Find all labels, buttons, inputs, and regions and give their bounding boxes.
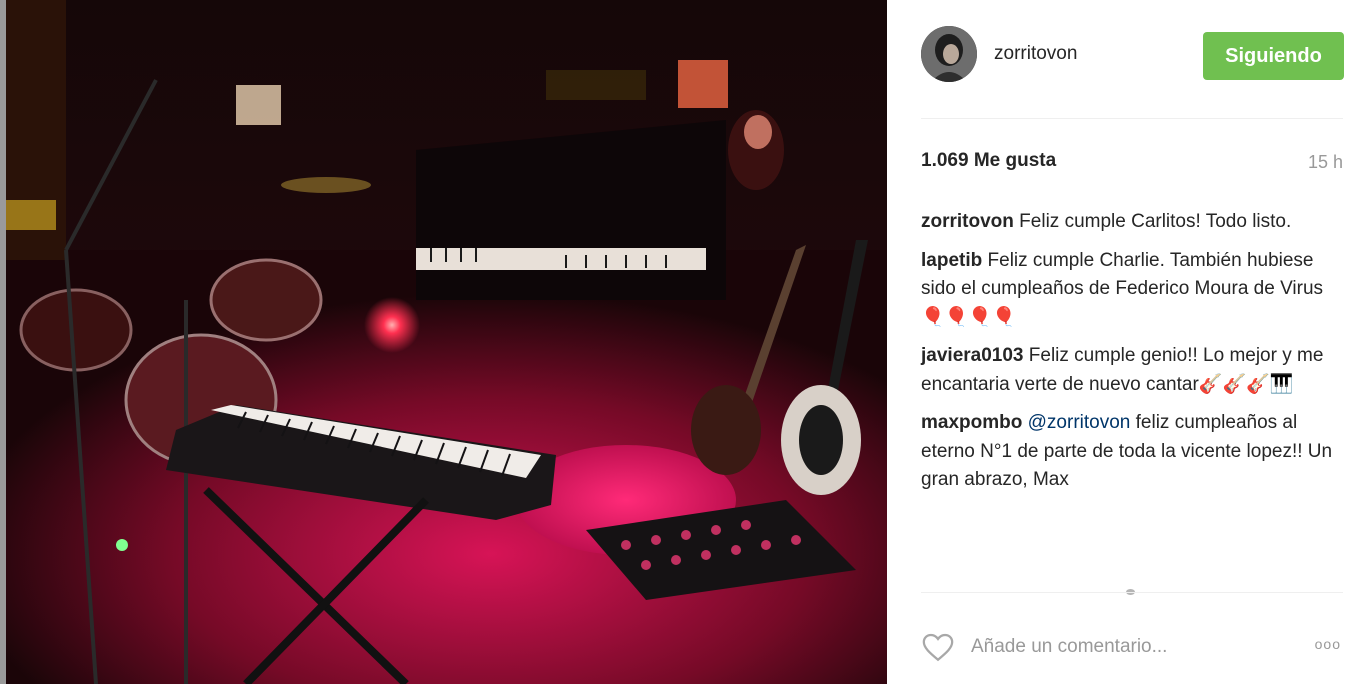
header-divider xyxy=(921,118,1343,119)
comment-text: Feliz cumple Carlitos! Todo listo. xyxy=(1019,211,1292,232)
comment-item: lapetib Feliz cumple Charlie. También hu… xyxy=(921,247,1341,333)
comment-username[interactable]: maxpombo xyxy=(921,412,1022,433)
comment-item: maxpombo @zorritovon feliz cumpleaños al… xyxy=(921,409,1341,495)
following-button[interactable]: Siguiendo xyxy=(1203,32,1344,80)
music-room-image xyxy=(6,0,887,684)
comment-list: zorritovon Feliz cumple Carlitos! Todo l… xyxy=(921,208,1341,505)
heart-icon[interactable] xyxy=(921,630,955,664)
comment-text: Feliz cumple Charlie. También hubiese si… xyxy=(921,249,1324,328)
post-timestamp[interactable]: 15 h xyxy=(1308,152,1343,173)
post-header: zorritovon Siguiendo xyxy=(921,26,1344,88)
comment-item: zorritovon Feliz cumple Carlitos! Todo l… xyxy=(921,208,1341,237)
comment-username[interactable]: zorritovon xyxy=(921,211,1014,232)
comment-mention-link[interactable]: @zorritovon xyxy=(1028,412,1131,433)
comments-divider xyxy=(921,592,1343,593)
add-comment-row: ooo xyxy=(921,630,1343,666)
comment-username[interactable]: javiera0103 xyxy=(921,345,1024,366)
comment-item: javiera0103 Feliz cumple genio!! Lo mejo… xyxy=(921,342,1341,399)
like-count[interactable]: 1.069 Me gusta xyxy=(921,150,1056,172)
post-username[interactable]: zorritovon xyxy=(994,43,1077,65)
avatar[interactable] xyxy=(921,26,977,82)
post-photo[interactable] xyxy=(6,0,887,684)
comment-username[interactable]: lapetib xyxy=(921,250,982,271)
more-options-icon[interactable]: ooo xyxy=(1301,636,1341,656)
post-sidebar: zorritovon Siguiendo 1.069 Me gusta 15 h… xyxy=(887,0,1355,684)
comment-input[interactable] xyxy=(971,632,1281,662)
